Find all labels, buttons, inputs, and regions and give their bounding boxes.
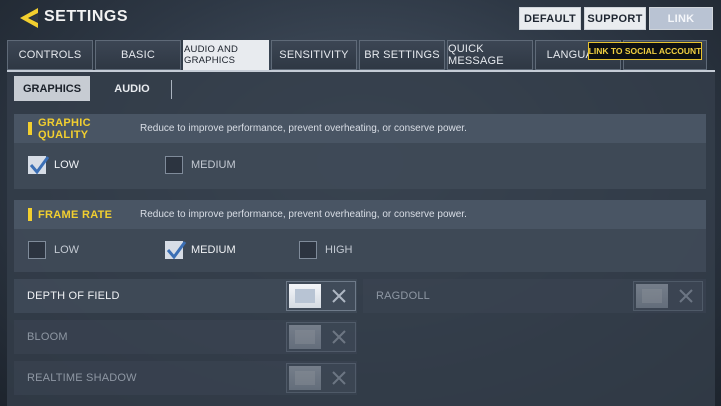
realtime-shadow-toggle[interactable] — [286, 363, 356, 393]
checkbox-checked[interactable] — [165, 241, 187, 260]
checkmark-icon — [166, 241, 187, 260]
subtab-divider — [171, 80, 172, 99]
link-button[interactable]: LINK — [649, 7, 713, 30]
depth-of-field-label: DEPTH OF FIELD — [27, 290, 120, 302]
tab-controls[interactable]: CONTROLS — [7, 40, 93, 70]
close-icon — [332, 289, 346, 303]
link-tooltip: LINK TO SOCIAL ACCOUNT — [588, 42, 702, 60]
checkmark-icon — [29, 156, 50, 175]
tab-quick-message[interactable]: QUICK MESSAGE — [447, 40, 533, 70]
option-label: MEDIUM — [191, 244, 236, 256]
page-title: SETTINGS — [44, 8, 129, 25]
checkbox-checked[interactable] — [28, 156, 50, 175]
close-icon — [332, 371, 346, 385]
frame-rate-medium-option[interactable]: MEDIUM — [165, 241, 236, 260]
depth-of-field-row: DEPTH OF FIELD — [14, 279, 357, 313]
realtime-shadow-label: REALTIME SHADOW — [27, 372, 137, 384]
ragdoll-toggle[interactable] — [633, 281, 703, 311]
tab-br-settings[interactable]: BR SETTINGS — [359, 40, 445, 70]
ragdoll-row: RAGDOLL — [363, 279, 706, 313]
option-label: LOW — [54, 159, 80, 171]
support-button[interactable]: SUPPORT — [584, 7, 646, 30]
tab-sensitivity[interactable]: SENSITIVITY — [271, 40, 357, 70]
depth-of-field-toggle[interactable] — [286, 281, 356, 311]
frame-rate-description: Reduce to improve performance, prevent o… — [140, 209, 467, 220]
frame-rate-header: FRAME RATE Reduce to improve performance… — [14, 200, 706, 229]
graphic-quality-title: GRAPHIC QUALITY — [38, 116, 91, 141]
checkbox[interactable] — [299, 241, 317, 259]
toggle-knob — [289, 284, 321, 308]
bloom-label: BLOOM — [27, 331, 68, 343]
graphic-quality-header: GRAPHIC QUALITY Reduce to improve perfor… — [14, 114, 706, 143]
checkbox[interactable] — [165, 156, 183, 174]
graphic-quality-section: GRAPHIC QUALITY Reduce to improve perfor… — [14, 114, 706, 189]
frame-rate-section: FRAME RATE Reduce to improve performance… — [14, 200, 706, 272]
toggle-knob — [289, 366, 321, 390]
back-button[interactable] — [16, 7, 40, 29]
frame-rate-low-option[interactable]: LOW — [28, 241, 79, 259]
section-marker — [28, 208, 32, 221]
bloom-toggle[interactable] — [286, 322, 356, 352]
ragdoll-label: RAGDOLL — [376, 290, 430, 302]
graphic-quality-low-option[interactable]: LOW — [28, 156, 80, 175]
tab-basic[interactable]: BASIC — [95, 40, 181, 70]
bloom-row: BLOOM — [14, 320, 357, 354]
graphic-quality-description: Reduce to improve performance, prevent o… — [140, 123, 467, 134]
frame-rate-high-option[interactable]: HIGH — [299, 241, 353, 259]
frame-rate-title: FRAME RATE — [38, 208, 113, 221]
subtab-graphics[interactable]: GRAPHICS — [14, 76, 90, 101]
section-marker — [28, 122, 32, 135]
realtime-shadow-row: REALTIME SHADOW — [14, 361, 357, 395]
toggle-knob — [289, 325, 321, 349]
graphic-quality-medium-option[interactable]: MEDIUM — [165, 156, 236, 174]
tab-audio-and-graphics[interactable]: AUDIO AND GRAPHICS — [183, 40, 269, 70]
option-label: MEDIUM — [191, 159, 236, 171]
back-arrow-icon — [20, 8, 38, 28]
default-button[interactable]: DEFAULT — [519, 7, 581, 30]
toggle-knob — [636, 284, 668, 308]
option-label: HIGH — [325, 244, 353, 256]
subtab-audio[interactable]: AUDIO — [96, 76, 168, 101]
checkbox[interactable] — [28, 241, 46, 259]
close-icon — [679, 289, 693, 303]
option-label: LOW — [54, 244, 80, 256]
close-icon — [332, 330, 346, 344]
